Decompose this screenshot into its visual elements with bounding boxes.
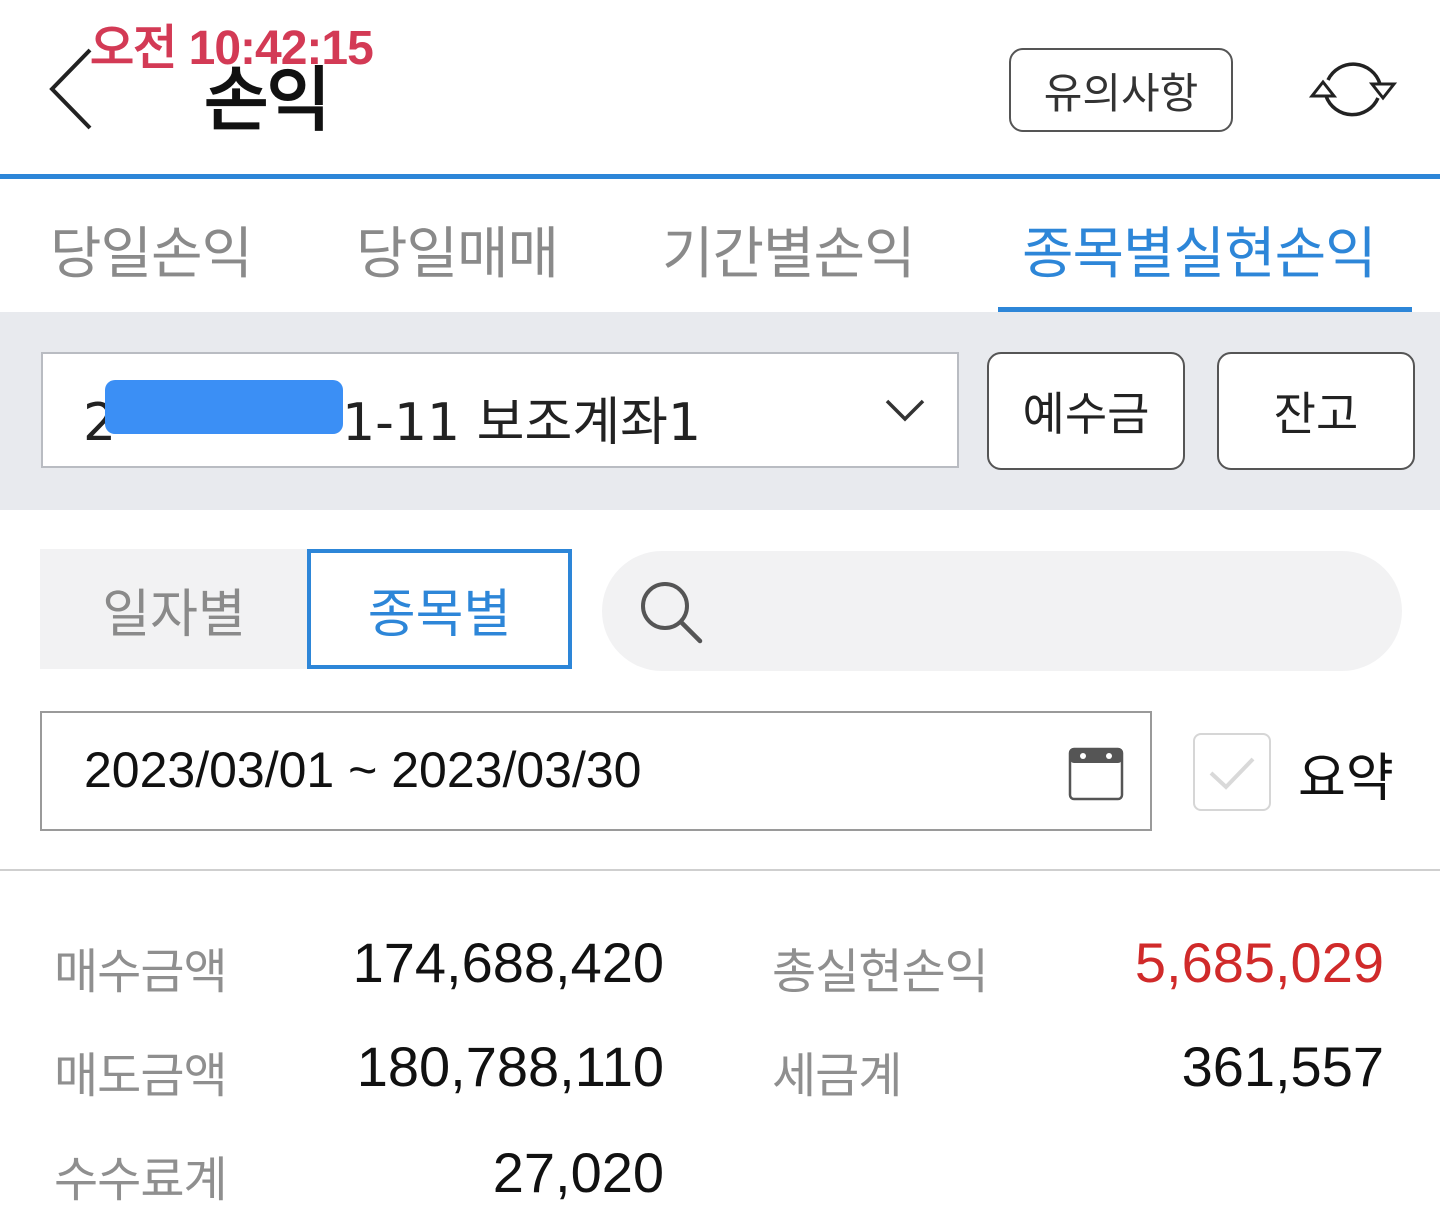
notice-button[interactable]: 유의사항: [1009, 48, 1233, 132]
account-redaction-mask: [105, 380, 343, 434]
total-realized-value: 5,685,029: [1134, 931, 1384, 994]
tax-total-label: 세금계: [772, 1048, 902, 1104]
chevron-down-icon: [885, 399, 925, 422]
refresh-button[interactable]: [1306, 50, 1400, 130]
tab-daily-trades[interactable]: 당일매매: [356, 209, 559, 290]
tab-daily-pnl[interactable]: 당일손익: [50, 209, 253, 290]
tab-bar: 당일손익 당일매매 기간별손익 종목별실현손익: [0, 174, 1440, 313]
search-box: [602, 551, 1402, 671]
app-header: 손익 오전 10:42:15 유의사항: [0, 0, 1440, 174]
tax-total-value: 361,557: [1181, 1035, 1384, 1098]
fee-total-label: 수수료계: [54, 1152, 228, 1208]
status-clock: 오전 10:42:15: [90, 22, 374, 75]
tab-realized-by-stock[interactable]: 종목별실현손익: [1022, 209, 1377, 290]
total-realized-label: 총실현손익: [772, 944, 989, 1000]
summary-checkbox[interactable]: [1193, 733, 1271, 811]
buy-amount-label: 매수금액: [54, 944, 228, 1000]
view-by-stock-button[interactable]: 종목별: [307, 549, 572, 669]
refresh-icon: [1308, 62, 1398, 117]
view-by-date-button[interactable]: 일자별: [40, 549, 308, 669]
date-range-picker[interactable]: 2023/03/01 ~ 2023/03/30: [40, 711, 1152, 831]
search-icon[interactable]: [638, 579, 704, 645]
section-divider: [0, 869, 1440, 871]
buy-amount-value: 174,688,420: [352, 931, 664, 994]
date-range-text: 2023/03/01 ~ 2023/03/30: [84, 742, 642, 798]
deposit-button[interactable]: 예수금: [987, 352, 1185, 470]
account-panel: 2 1-11 보조계좌1 예수금 잔고: [0, 312, 1440, 510]
account-select[interactable]: 2 1-11 보조계좌1: [41, 352, 959, 468]
check-icon: [1209, 757, 1255, 790]
fee-total-value: 27,020: [492, 1141, 664, 1204]
summary-label: 요약: [1298, 749, 1394, 809]
account-suffix: 1-11 보조계좌1: [342, 393, 702, 453]
sell-amount-label: 매도금액: [54, 1048, 228, 1104]
sell-amount-value: 180,788,110: [356, 1035, 664, 1098]
balance-button[interactable]: 잔고: [1217, 352, 1415, 470]
tab-period-pnl[interactable]: 기간별손익: [662, 209, 916, 290]
search-input[interactable]: [720, 581, 1360, 641]
calendar-icon[interactable]: [1068, 745, 1124, 801]
